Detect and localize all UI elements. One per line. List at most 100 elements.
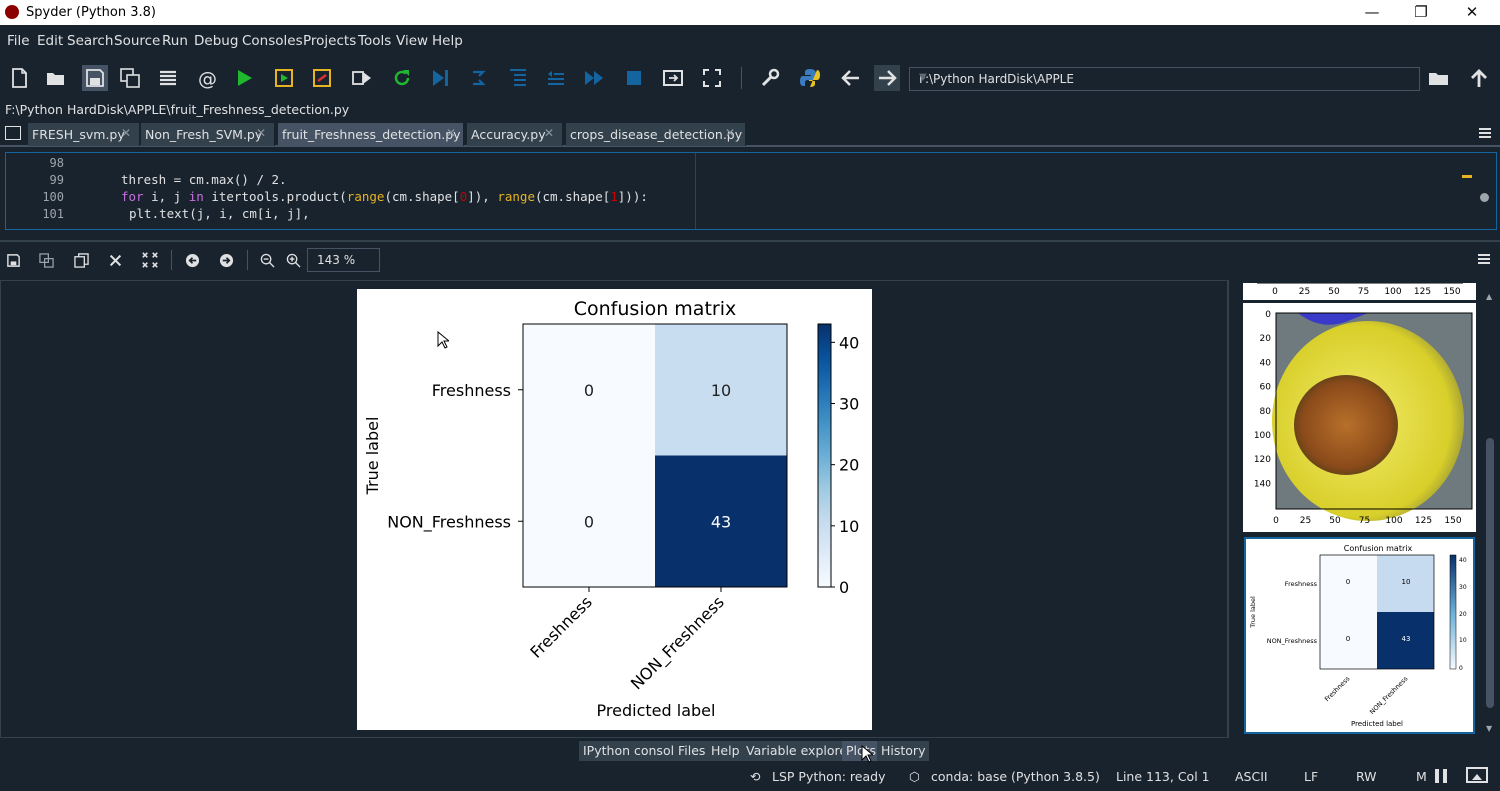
next-plot-icon[interactable] (216, 250, 236, 270)
save-icon[interactable] (82, 65, 108, 91)
colorbar-tick: 10 (1459, 637, 1467, 644)
open-folder-icon[interactable] (43, 65, 69, 91)
save-all-icon[interactable] (117, 65, 143, 91)
code-token: ]), (467, 189, 498, 204)
fullscreen-icon[interactable] (699, 65, 725, 91)
editor-scrollbar[interactable] (1477, 159, 1491, 225)
at-symbol-icon[interactable]: @ (194, 65, 220, 91)
run-selection-icon[interactable] (349, 65, 375, 91)
axis-tick-label: 150 (1443, 287, 1460, 297)
maximize-pane-icon[interactable] (660, 65, 686, 91)
scrollbar-handle[interactable] (1486, 438, 1494, 708)
hamburger-menu-icon[interactable] (1478, 126, 1492, 140)
step-into-icon[interactable] (505, 65, 531, 91)
menu-edit[interactable]: Edit (37, 33, 63, 49)
menu-projects[interactable]: Projects (303, 33, 356, 49)
run-cell-advance-icon[interactable] (309, 65, 335, 91)
close-icon[interactable]: ✕ (446, 126, 456, 140)
hamburger-menu-icon[interactable] (1477, 252, 1491, 266)
chevron-up-icon[interactable]: ▲ (1486, 292, 1492, 301)
tab-fruit-freshness-detection[interactable]: fruit_Freshness_detection.py ✕ (278, 123, 464, 146)
mouse-cursor-icon (861, 745, 873, 763)
close-button[interactable]: ✕ (1449, 0, 1495, 25)
menu-file[interactable]: File (7, 33, 30, 49)
close-icon[interactable]: ✕ (121, 126, 131, 140)
code-token: (cm.shape[ (534, 189, 611, 204)
cursor-position: Line 113, Col 1 (1116, 769, 1210, 784)
menu-tools[interactable]: Tools (358, 33, 391, 49)
zoom-level-field[interactable]: 143 % (307, 248, 380, 272)
step-icon[interactable] (467, 65, 493, 91)
close-icon[interactable]: ✕ (725, 126, 735, 140)
browse-tabs-icon[interactable] (5, 126, 21, 140)
lsp-status-icon: ⟲ (750, 769, 761, 784)
plot-thumbnail-apple-image[interactable]: 0 20 40 60 80 100 120 140 0 25 50 75 100 125 150 (1243, 303, 1476, 532)
tab-ipython-console[interactable]: IPython console (579, 741, 686, 761)
copy-plot-icon[interactable] (71, 250, 91, 270)
chevron-down-icon[interactable]: ▼ (1486, 724, 1492, 733)
tab-files[interactable]: Files (674, 741, 710, 761)
menu-run[interactable]: Run (162, 33, 188, 49)
tab-history[interactable]: History (877, 741, 930, 761)
outline-list-icon[interactable] (155, 65, 181, 91)
menu-search[interactable]: Search (67, 33, 113, 49)
conda-env-status[interactable]: conda: base (Python 3.8.5) (931, 769, 1100, 784)
code-line: plt.text(j, i, cm[i, j], (129, 206, 310, 221)
debug-icon[interactable] (427, 65, 453, 91)
cell-value-label: 10 (711, 381, 731, 400)
thumbnail-scrollbar[interactable]: ▲ ▼ (1486, 288, 1494, 733)
close-icon[interactable]: ✕ (544, 126, 554, 140)
preferences-wrench-icon[interactable] (757, 65, 783, 91)
parent-directory-icon[interactable] (1466, 65, 1492, 91)
minimize-button[interactable]: — (1349, 0, 1395, 25)
tab-accuracy[interactable]: Accuracy.py ✕ (467, 123, 563, 146)
menu-debug[interactable]: Debug (194, 33, 238, 49)
remove-all-plots-icon[interactable] (140, 250, 160, 270)
axis-tick-label: 0 (1272, 287, 1278, 297)
scrollbar-handle[interactable] (1480, 193, 1489, 202)
zoom-out-icon[interactable] (257, 250, 277, 270)
menu-help[interactable]: Help (432, 33, 463, 49)
chevron-down-icon[interactable]: ▼ (919, 72, 1415, 83)
menu-source[interactable]: Source (114, 33, 160, 49)
browse-folder-icon[interactable] (1426, 65, 1452, 91)
tab-fresh-svm[interactable]: FRESH_svm.py ✕ (28, 123, 140, 146)
screen-icon[interactable] (1465, 766, 1489, 786)
plot-thumbnail-confusion-matrix[interactable]: Confusion matrix 0 10 0 43 Freshness NON… (1244, 537, 1475, 734)
step-return-icon[interactable] (543, 65, 569, 91)
previous-plot-icon[interactable] (182, 250, 202, 270)
menu-consoles[interactable]: Consoles (242, 33, 303, 49)
run-icon[interactable] (231, 65, 257, 91)
save-plot-icon[interactable] (3, 250, 23, 270)
working-directory-combobox[interactable]: F:\Python HardDisk\APPLE ▼ (909, 67, 1420, 91)
remove-plot-icon[interactable] (105, 250, 125, 270)
code-token: in (188, 189, 204, 204)
continue-icon[interactable] (581, 65, 607, 91)
forward-arrow-icon[interactable] (874, 65, 900, 91)
maximize-button[interactable]: ❐ (1398, 0, 1444, 25)
code-editor[interactable]: 98 99 100 101 thresh = cm.max() / 2. for… (5, 152, 1497, 230)
splitter-handle[interactable] (1228, 280, 1238, 738)
line-number: 101 (42, 207, 64, 221)
axis-tick-label: 20 (1260, 334, 1272, 344)
back-arrow-icon[interactable] (838, 65, 864, 91)
tab-non-fresh-svm[interactable]: Non_Fresh_SVM.py ✕ (141, 123, 275, 146)
run-cell-icon[interactable] (271, 65, 297, 91)
close-icon[interactable]: ✕ (256, 126, 266, 140)
lsp-status[interactable]: LSP Python: ready (772, 769, 885, 784)
thumbnail-title: Confusion matrix (1344, 544, 1413, 553)
tab-crops-disease-detection[interactable]: crops_disease_detection.py ✕ (566, 123, 746, 146)
stop-icon[interactable] (621, 65, 647, 91)
python-path-icon[interactable] (797, 65, 823, 91)
tab-help[interactable]: Help (707, 741, 744, 761)
zoom-in-icon[interactable] (283, 250, 303, 270)
confusion-matrix-chart: Confusion matrix 0 10 0 43 Freshness NON_Fresh… (363, 298, 859, 720)
save-all-plots-icon[interactable] (36, 250, 56, 270)
rerun-icon[interactable] (389, 65, 415, 91)
pause-icon[interactable] (1431, 766, 1453, 786)
plot-thumbnail-partial[interactable]: 0 25 50 75 100 125 150 (1243, 282, 1476, 300)
tab-label: fruit_Freshness_detection.py (282, 127, 461, 142)
menu-view[interactable]: View (396, 33, 428, 49)
new-file-icon[interactable] (6, 65, 32, 91)
tab-variable-explorer[interactable]: Variable explorer (742, 741, 857, 761)
